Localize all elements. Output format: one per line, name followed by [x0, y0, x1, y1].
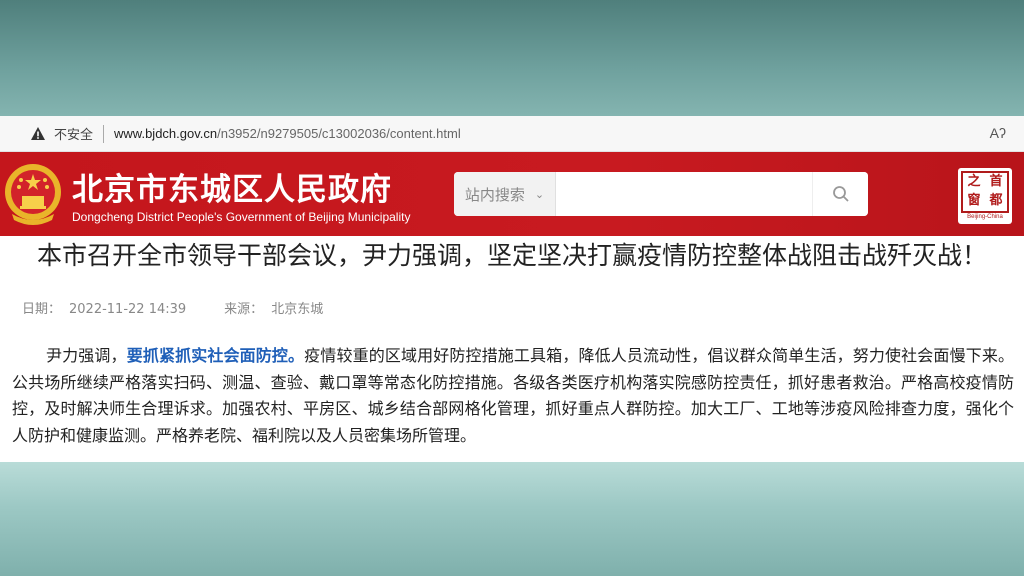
- national-emblem-icon: [5, 164, 61, 225]
- read-aloud-icon[interactable]: Aʔ: [990, 125, 1006, 141]
- background-top: [0, 0, 1024, 116]
- date-label: 日期：: [22, 302, 62, 317]
- url-host: www.bjdch.gov.cn: [114, 126, 218, 141]
- search-scope-dropdown[interactable]: 站内搜索 ⌄: [454, 172, 556, 216]
- source-label: 来源：: [224, 302, 264, 317]
- article-meta: 日期： 2022-11-22 14:39 来源： 北京东城: [22, 298, 331, 317]
- body-lead: 尹力强调，: [46, 346, 127, 365]
- logo-caption: Beijing-China: [967, 214, 1003, 220]
- article-title: 本市召开全市领导干部会议，尹力强调，坚定坚决打赢疫情防控整体战阻击战歼灭战！: [36, 241, 987, 270]
- logo-char: 之: [967, 174, 981, 189]
- browser-window: 不安全 www.bjdch.gov.cn/n3952/n9279505/c130…: [0, 116, 1024, 462]
- url-text[interactable]: www.bjdch.gov.cn/n3952/n9279505/c1300203…: [114, 126, 461, 141]
- date-value: 2022-11-22 14:39: [69, 302, 187, 317]
- logo-seal-grid: 之 首 窗 都: [961, 171, 1009, 213]
- logo-char: 首: [989, 174, 1003, 189]
- site-title[interactable]: 北京市东城区人民政府: [72, 164, 392, 209]
- url-path: /n3952/n9279505/c13002036/content.html: [217, 126, 461, 141]
- site-subtitle: Dongcheng District People's Government o…: [72, 210, 411, 224]
- screenshot-stage: 不安全 www.bjdch.gov.cn/n3952/n9279505/c130…: [0, 0, 1024, 576]
- logo-char: 窗: [967, 193, 981, 208]
- search-scope-label: 站内搜索: [464, 185, 525, 204]
- source-value: 北京东城: [271, 302, 324, 317]
- search-button[interactable]: [812, 172, 868, 216]
- capital-window-logo[interactable]: 之 首 窗 都 Beijing-China: [958, 168, 1012, 224]
- article-body: 尹力强调，要抓紧抓实社会面防控。疫情较重的区域用好防控措施工具箱，降低人员流动性…: [12, 343, 1014, 449]
- address-bar[interactable]: 不安全 www.bjdch.gov.cn/n3952/n9279505/c130…: [0, 116, 1024, 152]
- search-icon: [832, 186, 849, 202]
- search-input[interactable]: [556, 172, 812, 216]
- site-header: 北京市东城区人民政府 Dongcheng District People's G…: [0, 152, 1024, 236]
- body-highlight: 要抓紧抓实社会面防控。: [126, 346, 305, 365]
- chevron-down-icon: ⌄: [534, 187, 545, 201]
- warning-icon[interactable]: [30, 126, 46, 142]
- logo-char: 都: [989, 193, 1003, 208]
- site-search: 站内搜索 ⌄: [454, 172, 868, 216]
- address-divider: [103, 124, 105, 143]
- background-bottom: [0, 462, 1024, 576]
- security-status[interactable]: 不安全: [54, 124, 93, 143]
